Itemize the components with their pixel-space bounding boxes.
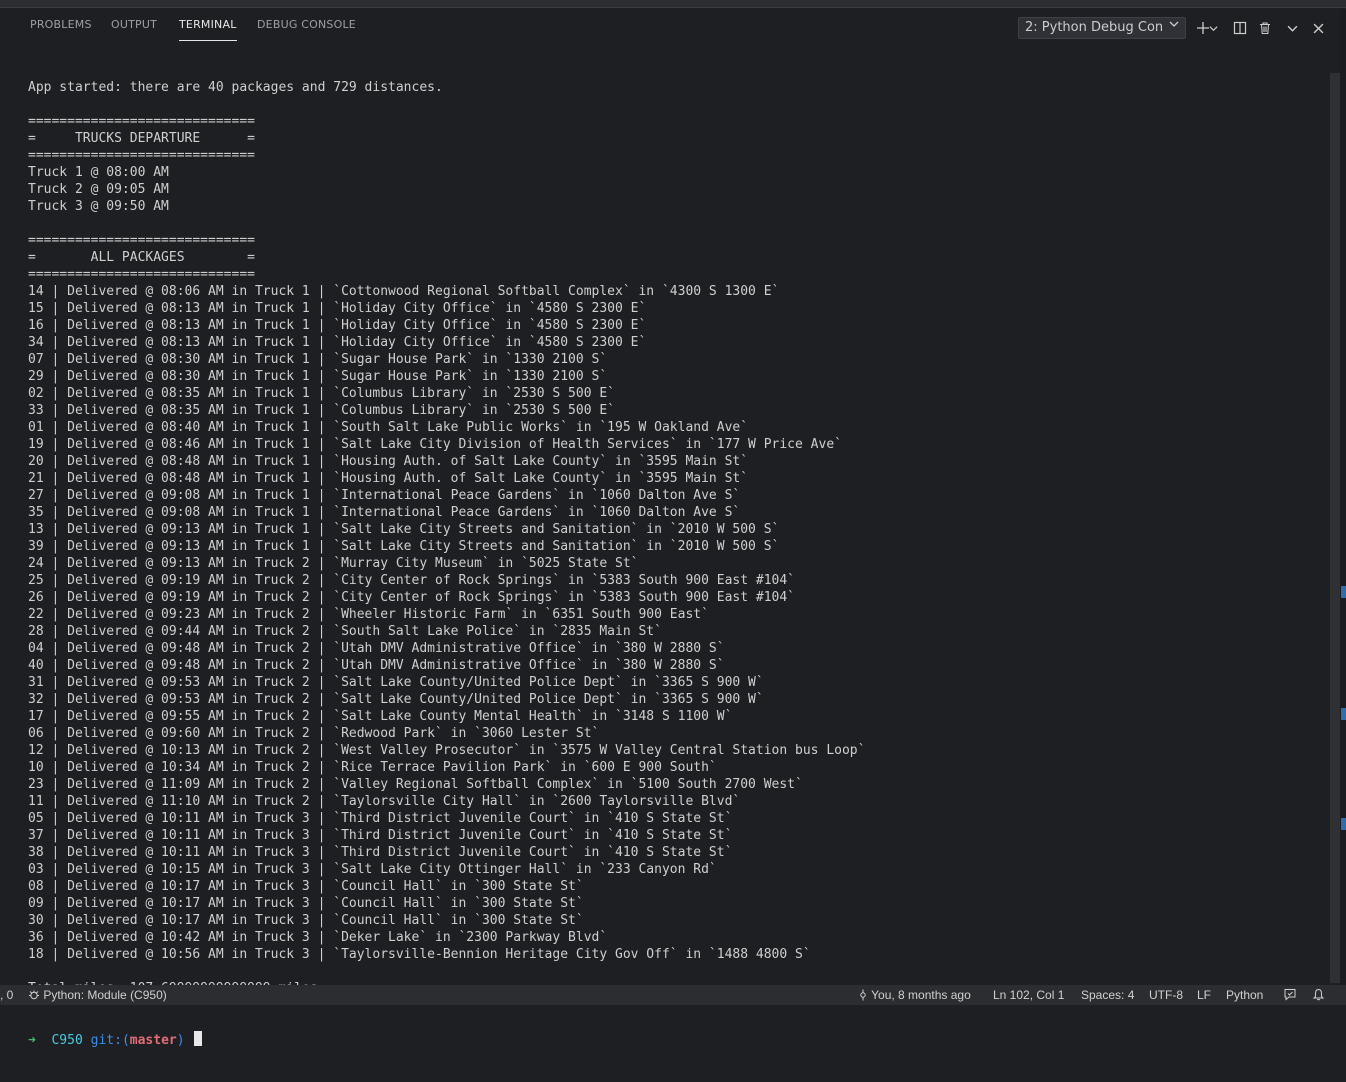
terminal-line: 07 | Delivered @ 08:30 AM in Truck 1 | `… bbox=[28, 352, 608, 367]
gutter-marker bbox=[1341, 586, 1346, 598]
terminal-line: 20 | Delivered @ 08:48 AM in Truck 1 | `… bbox=[28, 454, 749, 469]
terminal-line: ============================= bbox=[28, 148, 255, 163]
terminal-line: 37 | Delivered @ 10:11 AM in Truck 3 | `… bbox=[28, 828, 733, 843]
terminal-cursor bbox=[194, 1031, 203, 1046]
terminal-line: 39 | Delivered @ 09:13 AM in Truck 1 | `… bbox=[28, 539, 780, 554]
terminal-selector-value: 2: Python Debug Cons bbox=[1025, 20, 1163, 35]
prompt-branch: master bbox=[129, 1033, 177, 1048]
terminal-line: 01 | Delivered @ 08:40 AM in Truck 1 | `… bbox=[28, 420, 749, 435]
terminal-line: 12 | Delivered @ 10:13 AM in Truck 2 | `… bbox=[28, 743, 866, 758]
terminal-line: 04 | Delivered @ 09:48 AM in Truck 2 | `… bbox=[28, 641, 725, 656]
terminal-line: 19 | Delivered @ 08:46 AM in Truck 1 | `… bbox=[28, 437, 842, 452]
terminal-line: Truck 3 @ 09:50 AM bbox=[28, 199, 169, 214]
terminal-line: ============================= bbox=[28, 267, 255, 282]
terminal-panel: PROBLEMS OUTPUT TERMINAL DEBUG CONSOLE 2… bbox=[0, 9, 1346, 1048]
status-debug-config[interactable]: Python: Module (C950) bbox=[28, 988, 167, 1002]
terminal-line: 31 | Delivered @ 09:53 AM in Truck 2 | `… bbox=[28, 675, 764, 690]
terminal-line: 34 | Delivered @ 08:13 AM in Truck 1 | `… bbox=[28, 335, 647, 350]
terminal-line: 22 | Delivered @ 09:23 AM in Truck 2 | `… bbox=[28, 607, 709, 622]
terminal-line: ============================= bbox=[28, 114, 255, 129]
trash-icon[interactable] bbox=[1254, 17, 1276, 39]
terminal-line: 14 | Delivered @ 08:06 AM in Truck 1 | `… bbox=[28, 284, 780, 299]
tab-terminal[interactable]: TERMINAL bbox=[179, 18, 237, 41]
feedback-icon[interactable] bbox=[1283, 988, 1297, 1004]
status-cursor-position[interactable]: Ln 102, Col 1 bbox=[993, 988, 1064, 1002]
terminal-line: 40 | Delivered @ 09:48 AM in Truck 2 | `… bbox=[28, 658, 725, 673]
terminal-line: 16 | Delivered @ 08:13 AM in Truck 1 | `… bbox=[28, 318, 647, 333]
bottom-edge bbox=[0, 1005, 1346, 1013]
terminal-selector-dropdown[interactable]: 2: Python Debug Cons bbox=[1018, 17, 1186, 39]
git-commit-icon bbox=[860, 989, 866, 1001]
terminal-line: 17 | Delivered @ 09:55 AM in Truck 2 | `… bbox=[28, 709, 733, 724]
terminal-line: 33 | Delivered @ 08:35 AM in Truck 1 | `… bbox=[28, 403, 615, 418]
terminal-line: 38 | Delivered @ 10:11 AM in Truck 3 | `… bbox=[28, 845, 733, 860]
terminal-line: 30 | Delivered @ 10:17 AM in Truck 3 | `… bbox=[28, 913, 584, 928]
panel-tab-bar: PROBLEMS OUTPUT TERMINAL DEBUG CONSOLE 2… bbox=[0, 9, 1346, 45]
terminal-line: 06 | Delivered @ 09:60 AM in Truck 2 | `… bbox=[28, 726, 600, 741]
terminal-line: 03 | Delivered @ 10:15 AM in Truck 3 | `… bbox=[28, 862, 717, 877]
debug-config-label: Python: Module (C950) bbox=[43, 988, 167, 1002]
terminal-line: 21 | Delivered @ 08:48 AM in Truck 1 | `… bbox=[28, 471, 749, 486]
terminal-line: App started: there are 40 packages and 7… bbox=[28, 80, 443, 95]
gutter-marker bbox=[1341, 708, 1346, 720]
status-language[interactable]: Python bbox=[1226, 988, 1263, 1002]
terminal-line: = TRUCKS DEPARTURE = bbox=[28, 131, 255, 146]
terminal-output[interactable]: App started: there are 40 packages and 7… bbox=[28, 45, 1328, 1048]
terminal-line: 13 | Delivered @ 09:13 AM in Truck 1 | `… bbox=[28, 522, 780, 537]
terminal-line: 08 | Delivered @ 10:17 AM in Truck 3 | `… bbox=[28, 879, 584, 894]
terminal-line: 27 | Delivered @ 09:08 AM in Truck 1 | `… bbox=[28, 488, 741, 503]
shell-prompt: ➜ C950 git:(master) bbox=[28, 1031, 1328, 1048]
terminal-line: 05 | Delivered @ 10:11 AM in Truck 3 | `… bbox=[28, 811, 733, 826]
status-encoding[interactable]: UTF-8 bbox=[1149, 988, 1183, 1002]
split-terminal-icon[interactable] bbox=[1229, 17, 1251, 39]
terminal-lines: App started: there are 40 packages and 7… bbox=[28, 79, 1328, 997]
status-git-blame[interactable]: You, 8 months ago bbox=[858, 988, 971, 1002]
git-blame-label: You, 8 months ago bbox=[871, 988, 971, 1002]
close-icon[interactable] bbox=[1307, 17, 1329, 39]
chevron-down-icon bbox=[1169, 19, 1179, 32]
terminal-line: 25 | Delivered @ 09:19 AM in Truck 2 | `… bbox=[28, 573, 796, 588]
prompt-paren-open: ( bbox=[121, 1033, 130, 1048]
editor-gutter-edge bbox=[1340, 9, 1346, 985]
terminal-line: 23 | Delivered @ 11:09 AM in Truck 2 | `… bbox=[28, 777, 803, 792]
bell-icon[interactable] bbox=[1312, 988, 1325, 1004]
terminal-line: 36 | Delivered @ 10:42 AM in Truck 3 | `… bbox=[28, 930, 608, 945]
status-left-fragment[interactable]: , 0 bbox=[0, 988, 13, 1002]
gutter-marker bbox=[1341, 818, 1346, 830]
terminal-line: Truck 1 @ 08:00 AM bbox=[28, 165, 169, 180]
terminal-line: 24 | Delivered @ 09:13 AM in Truck 2 | `… bbox=[28, 556, 639, 571]
terminal-scrollbar[interactable] bbox=[1330, 73, 1340, 983]
terminal-line: 18 | Delivered @ 10:56 AM in Truck 3 | `… bbox=[28, 947, 811, 962]
chevron-down-icon[interactable] bbox=[1281, 17, 1303, 39]
terminal-line: 26 | Delivered @ 09:19 AM in Truck 2 | `… bbox=[28, 590, 796, 605]
terminal-line: 32 | Delivered @ 09:53 AM in Truck 2 | `… bbox=[28, 692, 764, 707]
terminal-line: ============================= bbox=[28, 233, 255, 248]
terminal-line: Truck 2 @ 09:05 AM bbox=[28, 182, 169, 197]
terminal-line: 10 | Delivered @ 10:34 AM in Truck 2 | `… bbox=[28, 760, 717, 775]
status-bar: , 0 Python: Module (C950) You, 8 months … bbox=[0, 985, 1346, 1005]
tab-output[interactable]: OUTPUT bbox=[111, 18, 157, 40]
terminal-line: 15 | Delivered @ 08:13 AM in Truck 1 | `… bbox=[28, 301, 647, 316]
tab-problems[interactable]: PROBLEMS bbox=[30, 18, 92, 40]
prompt-arrow-icon: ➜ bbox=[28, 1033, 36, 1048]
terminal-line: 29 | Delivered @ 08:30 AM in Truck 1 | `… bbox=[28, 369, 608, 384]
terminal-line: 11 | Delivered @ 11:10 AM in Truck 2 | `… bbox=[28, 794, 741, 809]
terminal-line: 28 | Delivered @ 09:44 AM in Truck 2 | `… bbox=[28, 624, 662, 639]
status-indent[interactable]: Spaces: 4 bbox=[1081, 988, 1134, 1002]
prompt-git-label: git: bbox=[90, 1033, 122, 1048]
terminal-line: = ALL PACKAGES = bbox=[28, 250, 255, 265]
chevron-down-icon[interactable] bbox=[1207, 17, 1219, 39]
window-title-strip bbox=[0, 0, 1346, 8]
terminal-line: 35 | Delivered @ 09:08 AM in Truck 1 | `… bbox=[28, 505, 741, 520]
terminal-line: 02 | Delivered @ 08:35 AM in Truck 1 | `… bbox=[28, 386, 615, 401]
prompt-directory: C950 bbox=[51, 1033, 83, 1048]
terminal-line: 09 | Delivered @ 10:17 AM in Truck 3 | `… bbox=[28, 896, 584, 911]
debug-icon bbox=[29, 990, 39, 1000]
status-eol[interactable]: LF bbox=[1197, 988, 1211, 1002]
prompt-paren-close: ) bbox=[176, 1033, 185, 1048]
tab-debug-console[interactable]: DEBUG CONSOLE bbox=[257, 18, 356, 40]
